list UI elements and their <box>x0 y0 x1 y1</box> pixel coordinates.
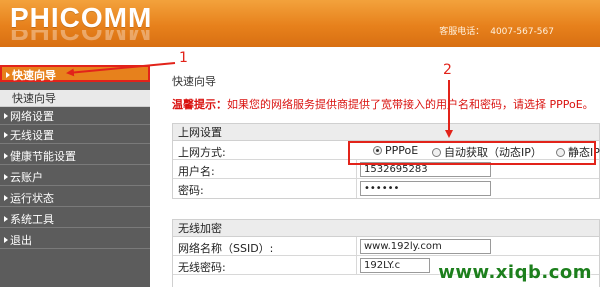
annotation-arrow-1 <box>66 62 176 77</box>
annotation-arrows <box>66 62 453 138</box>
watermark-text: www.xiqb.com <box>438 262 592 283</box>
